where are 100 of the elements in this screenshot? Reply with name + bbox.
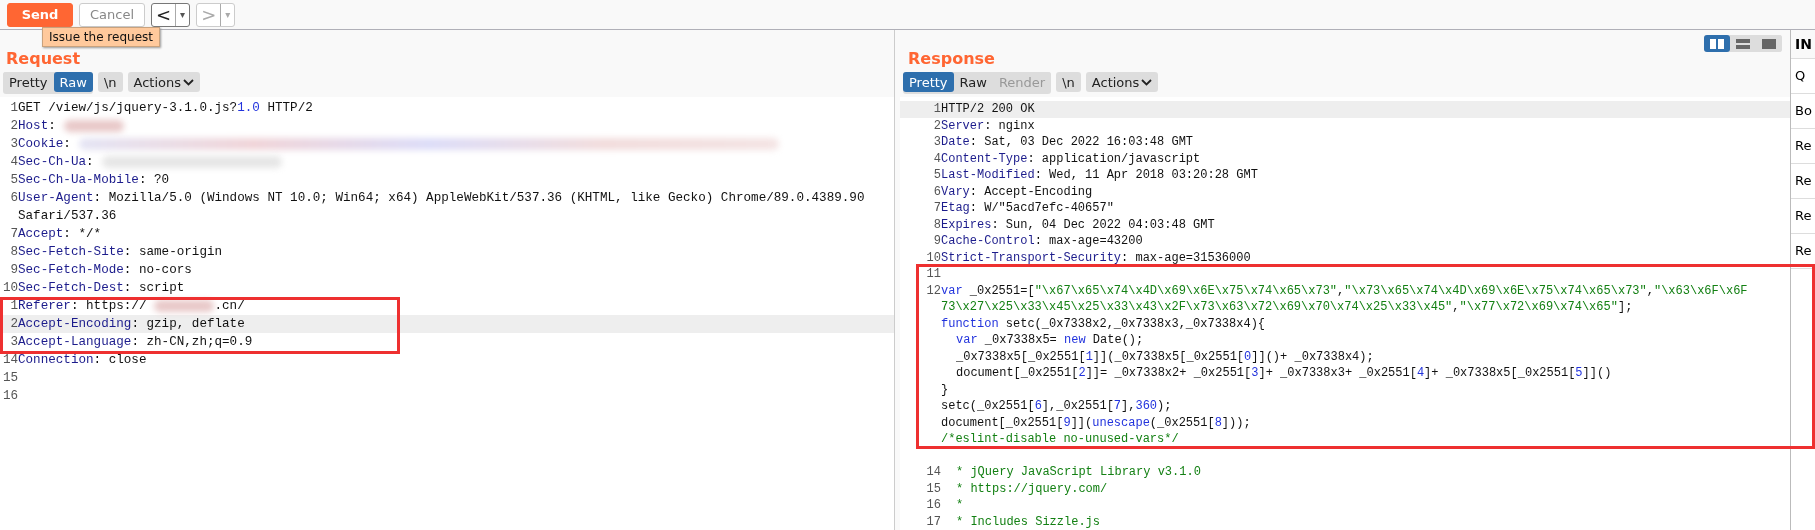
two-column-icon bbox=[1710, 38, 1724, 49]
code-text: Sec-Ch-Ua bbox=[18, 154, 87, 171]
code-text: : application/javascript bbox=[1027, 150, 1201, 167]
code-text: ], bbox=[1121, 398, 1136, 415]
layout-button[interactable] bbox=[1704, 35, 1730, 52]
code-text: /*eslint-disable no-unused-vars*/ bbox=[941, 431, 1179, 448]
code-text: var bbox=[941, 282, 963, 299]
code-text: .cn/ bbox=[214, 298, 245, 315]
code-text: : Accept-Encoding bbox=[969, 183, 1093, 200]
code-text: ]]( bbox=[1070, 414, 1093, 431]
code-text: Cache-Control bbox=[941, 233, 1035, 250]
newline-toggle[interactable]: \n bbox=[1056, 72, 1081, 92]
code-text: : no-cors bbox=[123, 262, 192, 279]
code-text: HTTP/2 bbox=[266, 100, 313, 117]
code-text: Host bbox=[18, 118, 49, 135]
code-text: 8 bbox=[1214, 414, 1222, 431]
code-text: : W/"5acd7efc-40657" bbox=[969, 200, 1114, 217]
code-text: : close bbox=[93, 352, 147, 369]
code-text: Referer bbox=[18, 298, 71, 315]
code-text: , bbox=[1646, 282, 1654, 299]
code-text: * Includes Sizzle.js bbox=[956, 513, 1101, 530]
caret-icon bbox=[183, 78, 195, 86]
code-text: Last-Modified bbox=[941, 167, 1035, 184]
single-pane-icon bbox=[1762, 38, 1776, 49]
actions-dropdown[interactable]: Actions bbox=[127, 72, 201, 92]
code-text: : Sat, 03 Dec 2022 16:03:48 GMT bbox=[969, 134, 1194, 151]
back-menu-button[interactable]: ▾ bbox=[175, 3, 190, 26]
code-text: 1 bbox=[1085, 348, 1093, 365]
code-text: , bbox=[1337, 282, 1345, 299]
code-text: Connection bbox=[18, 352, 94, 369]
code-text: User-Agent bbox=[18, 190, 94, 207]
code-text: setc(_0x7338x2,_0x7338x3,_0x7338x4){ bbox=[1004, 315, 1266, 332]
code-text: unescape bbox=[1092, 414, 1150, 431]
view-tab[interactable]: Pretty bbox=[903, 72, 954, 92]
code-text: 1.0 bbox=[237, 100, 260, 117]
code-text: , bbox=[1452, 299, 1460, 316]
code-text: ]](_0x7338x5[_0x2551[ bbox=[1092, 348, 1245, 365]
code-text: 9 bbox=[1063, 414, 1071, 431]
code-text: : Wed, 11 Apr 2018 03:20:28 GMT bbox=[1034, 167, 1258, 184]
inspector-section[interactable]: Re bbox=[1791, 129, 1815, 164]
code-text: : https:// bbox=[70, 298, 147, 315]
code-text: : max-age=31536000 bbox=[1121, 249, 1251, 266]
line-number: 14 bbox=[1, 352, 18, 369]
back-button[interactable]: < bbox=[152, 3, 176, 26]
code-text: HTTP/2 200 OK bbox=[941, 101, 1035, 118]
inspector-section[interactable]: Re bbox=[1791, 234, 1815, 269]
code-text: Sec-Fetch-Mode bbox=[18, 262, 124, 279]
code-text: 4 bbox=[1416, 365, 1425, 382]
code-text: : ?0 bbox=[138, 172, 170, 189]
code-text: ); bbox=[1157, 398, 1172, 415]
code-text: ])); bbox=[1221, 414, 1251, 431]
line-number: 1 bbox=[9, 100, 18, 117]
code-text: ]]()+ _0x7338x4); bbox=[1251, 348, 1374, 365]
code-text: setc(_0x2551[ bbox=[941, 398, 1035, 415]
code-text: Sec-Fetch-Dest bbox=[18, 280, 124, 297]
line-number: 2 bbox=[9, 118, 18, 135]
code-text: 360 bbox=[1135, 398, 1158, 415]
code-text: Sec-Fetch-Site bbox=[18, 244, 124, 261]
code-text: Expires bbox=[941, 216, 992, 233]
inspector-section[interactable]: Q bbox=[1791, 59, 1815, 94]
inspector-section[interactable]: Re bbox=[1791, 199, 1815, 234]
code-text: _0x7338x5= bbox=[983, 332, 1058, 349]
code-text: Safari/537.36 bbox=[18, 208, 117, 225]
code-text: Accept-Language bbox=[18, 334, 132, 351]
code-text: Server bbox=[941, 117, 985, 134]
line-number: 10 bbox=[1, 280, 18, 297]
view-tab[interactable]: Raw bbox=[53, 72, 93, 92]
code-text: function bbox=[941, 315, 999, 332]
inspector-title: IN bbox=[1791, 30, 1815, 59]
line-number: 7 bbox=[9, 226, 18, 243]
code-text: new bbox=[1064, 332, 1086, 349]
code-text: 3 bbox=[1251, 365, 1259, 382]
tooltip: Issue the request bbox=[42, 27, 160, 47]
line-number: 8 bbox=[9, 244, 18, 261]
code-text: Cookie bbox=[18, 136, 64, 153]
cancel-button[interactable]: Cancel bbox=[79, 2, 145, 27]
line-number: 2 bbox=[9, 316, 18, 333]
code-text: "\x67\x65\x74\x4D\x69\x6E\x75\x74\x65\x73" bbox=[1034, 282, 1338, 299]
line-number: 16 bbox=[925, 497, 941, 514]
inspector-section[interactable]: Bo bbox=[1791, 94, 1815, 129]
code-text: ],_0x2551[ bbox=[1041, 398, 1114, 415]
code-text: 7 bbox=[1113, 398, 1122, 415]
code-text: Accept-Encoding bbox=[18, 316, 132, 333]
actions-dropdown[interactable]: Actions bbox=[1085, 72, 1159, 92]
line-number: 14 bbox=[925, 464, 941, 481]
code-text: _0x2551=[ bbox=[968, 282, 1035, 299]
code-text: : Mozilla/5.0 (Windows NT 10.0; Win64; x64) AppleWebKit/537.36 (KHTML, like Gecko) Chrome/89.0.4389.90 bbox=[93, 190, 865, 207]
code-text: } bbox=[941, 381, 949, 398]
code-text: : bbox=[63, 136, 71, 153]
code-text: : nginx bbox=[984, 117, 1035, 134]
code-text: Content-Type bbox=[941, 150, 1028, 167]
line-number: 15 bbox=[925, 480, 941, 497]
code-text: : bbox=[86, 154, 94, 171]
newline-toggle[interactable]: \n bbox=[97, 72, 123, 92]
code-text: (_0x2551[ bbox=[1149, 414, 1215, 431]
code-text: : Sun, 04 Dec 2022 04:03:48 GMT bbox=[991, 216, 1215, 233]
inspector-section[interactable]: Re bbox=[1791, 164, 1815, 199]
line-number: 17 bbox=[925, 513, 941, 530]
code-text: Date bbox=[941, 134, 970, 151]
line-number: 15 bbox=[1, 370, 18, 387]
